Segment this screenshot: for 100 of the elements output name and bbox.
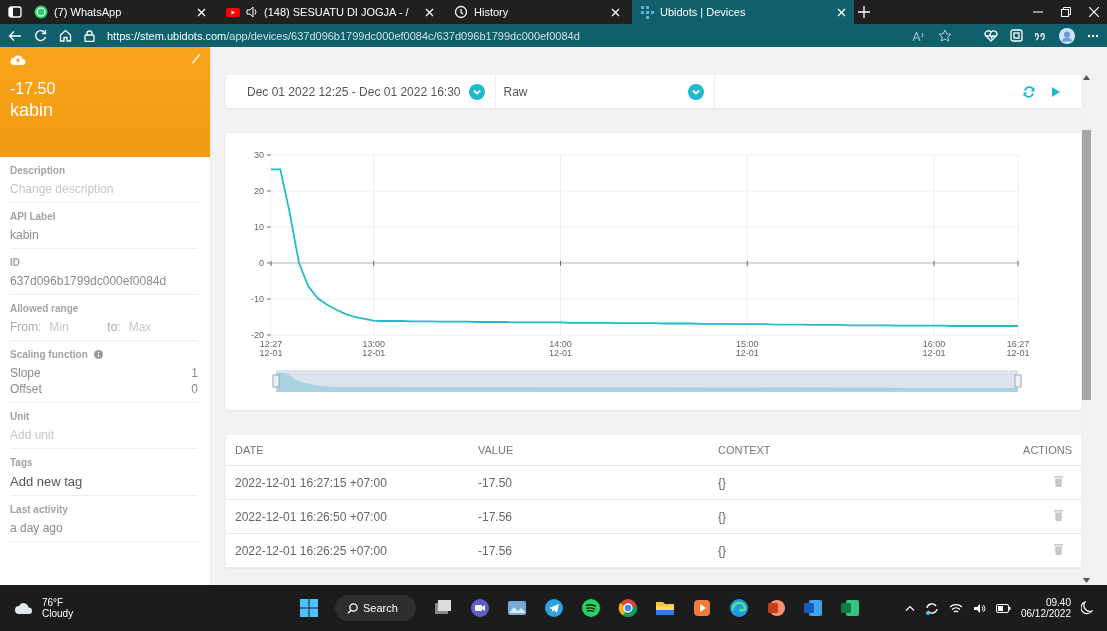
x-tick-label: 13:00 12-01: [362, 339, 386, 358]
weather-condition: Cloudy: [42, 608, 74, 619]
more-icon[interactable]: [1087, 33, 1099, 38]
chat-bubble-icon: [34, 5, 48, 19]
cloud-icon[interactable]: [14, 602, 34, 614]
table-cell: -17.56: [469, 533, 709, 568]
field-value[interactable]: a day ago: [10, 521, 198, 535]
restore-icon[interactable]: [1061, 7, 1071, 17]
variable-value: -17.50: [10, 80, 57, 98]
start-icon[interactable]: [300, 599, 318, 617]
field-label: Unit: [10, 411, 30, 422]
close-icon[interactable]: [425, 7, 434, 17]
x-tick-label: 12:27 12-01: [259, 339, 283, 358]
quote-icon[interactable]: [1035, 30, 1047, 41]
info-icon[interactable]: [93, 350, 103, 359]
browser-tab[interactable]: Ubidots | Devices: [632, 0, 854, 24]
table-cell: {}: [709, 499, 900, 534]
table-cell: 2022-12-01 16:26:25 +07:00: [226, 533, 469, 568]
camera-icon[interactable]: [469, 598, 490, 618]
scroll-up-icon[interactable]: [1082, 75, 1090, 80]
table-cell: {}: [709, 465, 900, 500]
heart-pulse-icon[interactable]: [984, 29, 998, 42]
clock[interactable]: 09.40 06/12/2022: [1020, 597, 1071, 619]
scrollbar-thumb[interactable]: [1081, 130, 1091, 400]
avatar-icon[interactable]: [1059, 27, 1075, 44]
range-label: From:: [10, 320, 42, 334]
browser-tab[interactable]: (148) SESUATU DI JOGJA - /: [218, 0, 442, 24]
range-label: to:: [107, 320, 121, 334]
close-icon[interactable]: [197, 7, 206, 17]
input-field[interactable]: Change description: [10, 182, 160, 196]
table-cell: 2022-12-01 16:27:15 +07:00: [226, 465, 469, 500]
close-icon[interactable]: [1089, 7, 1099, 17]
field-label: Scaling function: [10, 349, 88, 360]
tag-input-field[interactable]: Add new tag: [10, 474, 160, 489]
search-icon: [347, 602, 358, 614]
tab-actions-icon[interactable]: [8, 6, 22, 18]
favorite-star-icon[interactable]: [938, 29, 952, 42]
scaling-name: Offset: [10, 382, 42, 396]
sync-icon[interactable]: [924, 601, 939, 615]
table-cell: 2022-12-01 16:26:50 +07:00: [226, 499, 469, 534]
input-field[interactable]: Max: [128, 320, 179, 334]
close-icon[interactable]: [611, 7, 620, 17]
document-app-icon[interactable]: [802, 598, 823, 618]
read-aloud-icon[interactable]: [912, 29, 926, 42]
field-label: ID: [10, 257, 20, 268]
chevron-up-icon[interactable]: [904, 605, 915, 611]
x-tick-label: 16:00 12-01: [922, 339, 946, 358]
y-tick-label: 10: [254, 222, 264, 232]
battery-icon[interactable]: [995, 603, 1011, 613]
y-tick-label: 0: [259, 258, 264, 268]
photo-icon[interactable]: [506, 598, 527, 618]
input-field[interactable]: Min: [49, 320, 100, 334]
scaling-name: Slope: [10, 366, 41, 380]
spreadsheet-app-icon[interactable]: [839, 598, 860, 618]
date-range-dropdown[interactable]: Dec 01 2022 12:25 - Dec 01 2022 16:30: [247, 84, 461, 99]
table-cell: {}: [709, 533, 900, 568]
screenshot-icon[interactable]: [1010, 29, 1023, 42]
x-tick-label: 15:00 12-01: [735, 339, 759, 358]
sound-waves-icon[interactable]: [580, 598, 601, 618]
video-play-icon: [226, 5, 240, 19]
home-icon[interactable]: [59, 29, 72, 42]
new-tab-icon[interactable]: [858, 6, 870, 18]
input-field[interactable]: Add unit: [10, 428, 160, 442]
table-cell: -17.50: [469, 465, 709, 500]
ring-icon[interactable]: [617, 598, 638, 618]
presentation-app-icon[interactable]: [765, 598, 786, 618]
field-label: Allowed range: [10, 303, 79, 314]
search-button[interactable]: Search: [335, 595, 416, 621]
y-tick-label: 20: [254, 186, 264, 196]
field-label: API Label: [10, 211, 56, 222]
aggregation-dropdown[interactable]: Raw: [503, 84, 528, 99]
column-header: CONTEXT: [709, 435, 900, 466]
browser-tab[interactable]: (7) WhatsApp: [26, 0, 214, 24]
swirl-icon[interactable]: [728, 598, 749, 618]
field-value[interactable]: kabin: [10, 228, 198, 242]
field-label: Tags: [10, 457, 33, 468]
speaker-icon: [246, 6, 258, 18]
table-cell: -17.56: [469, 499, 709, 534]
wifi-icon[interactable]: [948, 602, 963, 614]
field-value[interactable]: 637d096b1799dc000ef0084d: [10, 274, 198, 288]
lock-icon: [84, 29, 95, 42]
column-header: DATE: [226, 435, 469, 466]
back-icon[interactable]: [8, 29, 22, 42]
field-label: Description: [10, 165, 65, 176]
paper-plane-icon[interactable]: [543, 598, 564, 618]
temperature: 76°F: [42, 597, 65, 608]
close-icon[interactable]: [837, 7, 846, 17]
moon-icon[interactable]: [1081, 601, 1093, 615]
y-tick-label: 30: [254, 150, 264, 160]
column-header: VALUE: [469, 435, 709, 466]
browser-tab[interactable]: History: [446, 0, 628, 24]
speaker-icon[interactable]: [972, 602, 986, 614]
y-tick-label: -20: [251, 330, 264, 340]
x-tick-label: 16:27 12-01: [1006, 339, 1030, 358]
y-tick-label: -10: [251, 294, 264, 304]
x-tick-label: 14:00 12-01: [548, 339, 572, 358]
scaling-value[interactable]: 0: [191, 382, 198, 396]
scroll-down-icon[interactable]: [1082, 578, 1090, 583]
field-label: Last activity: [10, 504, 68, 515]
media-player-icon[interactable]: [691, 598, 712, 618]
